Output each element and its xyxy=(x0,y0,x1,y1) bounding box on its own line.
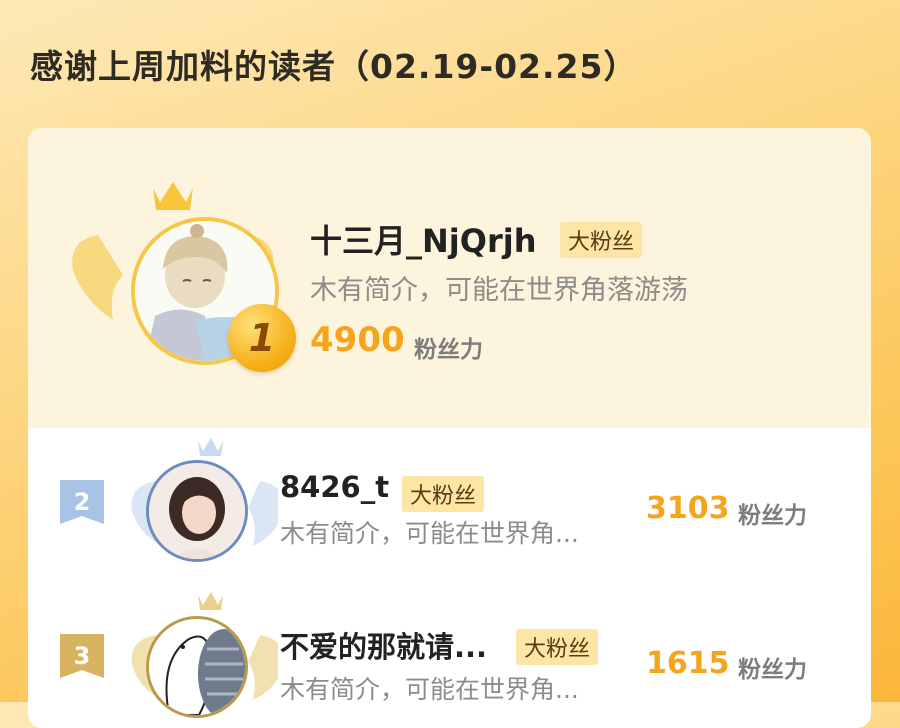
rank-2-tag: 大粉丝 xyxy=(402,476,485,512)
rank-1-badge: 1 xyxy=(228,304,296,372)
rank-3-desc: 木有简介，可能在世界角... xyxy=(280,675,579,704)
crown-icon xyxy=(198,592,223,610)
list-item[interactable]: 3 不爱的那就请... 大粉丝 木有简介，可能在世界角... 1615 粉丝力 xyxy=(28,578,871,728)
rank-3-score: 1615 xyxy=(646,646,730,681)
rank-3-name[interactable]: 不爱的那就请... xyxy=(280,624,487,666)
crown-icon xyxy=(198,438,223,456)
rank-2-name[interactable]: 8426_t xyxy=(280,470,389,504)
rank-3-badge: 3 xyxy=(60,634,104,678)
rank-2-badge: 2 xyxy=(60,480,104,524)
rank-2-unit: 粉丝力 xyxy=(738,503,807,529)
rank-3-unit: 粉丝力 xyxy=(738,657,807,683)
user-portrait-icon xyxy=(149,619,245,715)
rank-1-name[interactable]: 十三月_NjQrjh xyxy=(310,216,537,262)
rank-2-score: 3103 xyxy=(646,491,730,526)
rank-1-unit: 粉丝力 xyxy=(414,337,483,363)
rank-2-desc: 木有简介，可能在世界角... xyxy=(280,519,579,548)
crown-icon xyxy=(153,182,193,210)
rank-list: 2 8426_t 大粉丝 木有简介，可能在世界角... 3103 粉丝力 3 不… xyxy=(28,428,871,728)
avatar[interactable] xyxy=(146,616,248,718)
page-title: 感谢上周加料的读者（02.19-02.25） xyxy=(30,47,638,86)
user-portrait-icon xyxy=(149,463,245,559)
rank-1-tag: 大粉丝 xyxy=(560,222,643,258)
rank-3-tag: 大粉丝 xyxy=(516,629,599,665)
avatar[interactable] xyxy=(146,460,248,562)
rank-1-section[interactable]: 1 十三月_NjQrjh 大粉丝 木有简介，可能在世界角落游荡 4900 粉丝力 xyxy=(28,128,871,428)
leaderboard-card: 1 十三月_NjQrjh 大粉丝 木有简介，可能在世界角落游荡 4900 粉丝力… xyxy=(28,128,871,728)
rank-1-avatar-group[interactable]: 1 xyxy=(68,180,296,372)
list-item[interactable]: 2 8426_t 大粉丝 木有简介，可能在世界角... 3103 粉丝力 xyxy=(28,428,871,578)
rank-1-score: 4900 xyxy=(310,320,405,360)
rank-1-desc: 木有简介，可能在世界角落游荡 xyxy=(310,275,688,306)
